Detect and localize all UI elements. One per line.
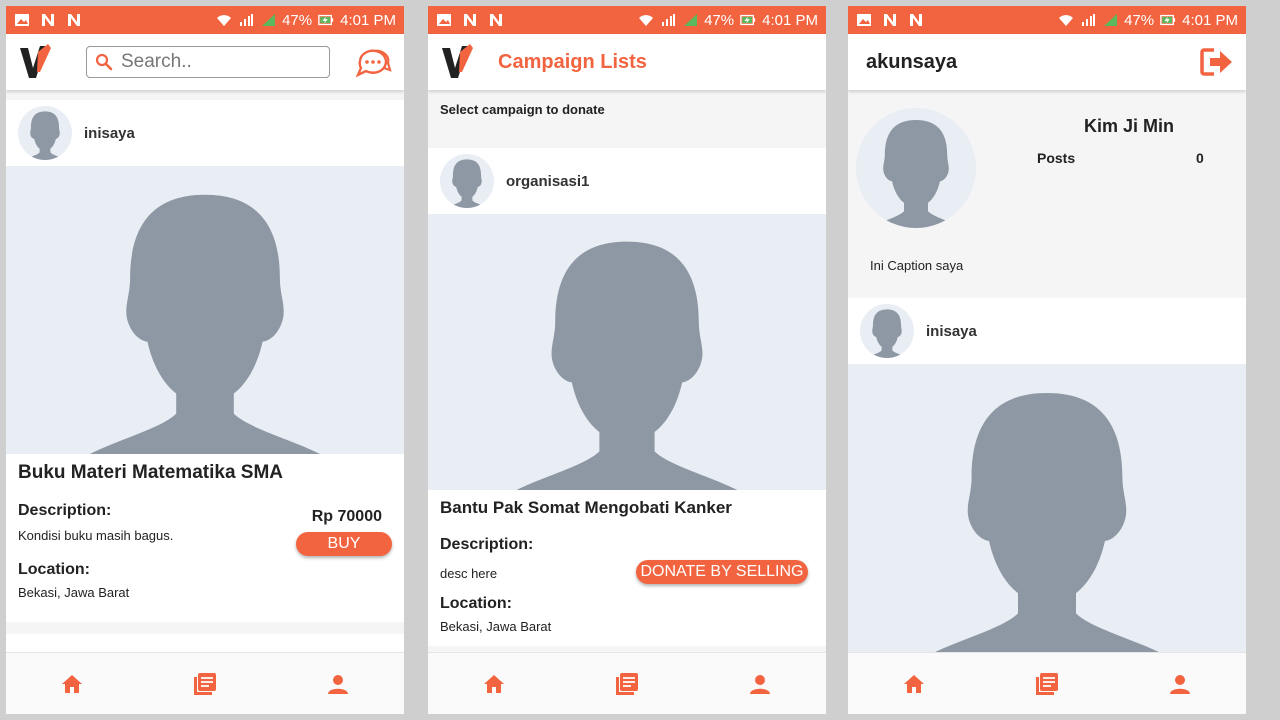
battery-percent: 47% — [704, 11, 735, 29]
n-notification-icon — [42, 14, 54, 26]
phone-screen-profile: 47% 4:01 PM akunsaya Kim Ji Min Posts 0 … — [848, 6, 1246, 714]
home-icon[interactable] — [482, 672, 506, 696]
location-label: Location: — [18, 561, 90, 578]
app-logo — [20, 44, 51, 78]
search-icon — [95, 53, 113, 71]
post-username[interactable]: inisaya — [926, 323, 977, 340]
phone-screen-home: 47% 4:01 PM inisaya Buku Materi Matemati… — [6, 6, 404, 714]
campaign-title: Bantu Pak Somat Mengobati Kanker — [440, 498, 732, 517]
battery-charging-icon — [1160, 14, 1176, 26]
signal-icon — [662, 14, 676, 26]
clock: 4:01 PM — [340, 11, 396, 29]
search-input[interactable] — [121, 51, 311, 73]
buy-button[interactable]: BUY — [296, 532, 392, 556]
list-icon[interactable] — [615, 672, 639, 696]
bottom-nav — [6, 652, 404, 714]
card-header: inisaya — [6, 100, 404, 166]
search-bar[interactable] — [86, 46, 330, 78]
post-username[interactable]: inisaya — [84, 125, 135, 142]
chat-icon[interactable] — [354, 43, 392, 81]
posts-label: Posts — [1037, 150, 1076, 166]
n-notification-icon — [68, 14, 80, 26]
status-bar: 47% 4:01 PM — [6, 6, 404, 34]
donate-by-selling-button[interactable]: DONATE BY SELLING — [636, 560, 808, 584]
clock: 4:01 PM — [1182, 11, 1238, 29]
wifi-icon — [217, 15, 232, 26]
campaign-username[interactable]: organisasi1 — [506, 173, 589, 190]
app-logo — [442, 44, 473, 78]
n-notification-icon — [464, 14, 476, 26]
price: Rp 70000 — [311, 508, 382, 525]
image-notification-icon — [15, 14, 29, 26]
profile-header: Kim Ji Min Posts 0 Ini Caption saya — [848, 90, 1246, 298]
profile-username: akunsaya — [866, 50, 958, 73]
status-bar: 47% 4:01 PM — [848, 6, 1246, 34]
profile-caption: Ini Caption saya — [870, 258, 964, 273]
next-card[interactable] — [6, 634, 404, 654]
placeholder-person-icon — [59, 166, 351, 454]
logout-icon[interactable] — [1200, 47, 1234, 77]
signal-icon — [1104, 14, 1118, 26]
product-title: Buku Materi Matematika SMA — [18, 462, 284, 483]
list-icon[interactable] — [1035, 672, 1059, 696]
n-notification-icon — [884, 14, 896, 26]
battery-charging-icon — [740, 14, 756, 26]
home-icon[interactable] — [60, 672, 84, 696]
campaign-image[interactable] — [428, 214, 826, 490]
list-icon[interactable] — [193, 672, 217, 696]
app-bar: akunsaya — [848, 34, 1246, 90]
campaign-card[interactable]: organisasi1 Bantu Pak Somat Mengobati Ka… — [428, 148, 826, 646]
bottom-nav — [848, 652, 1246, 714]
n-notification-icon — [910, 14, 922, 26]
card-header: organisasi1 — [428, 148, 826, 214]
page-subtitle: Select campaign to donate — [428, 90, 826, 140]
profile-icon[interactable] — [326, 672, 350, 696]
battery-percent: 47% — [1124, 11, 1155, 29]
phone-screen-campaigns: 47% 4:01 PM Campaign Lists Select campai… — [428, 6, 826, 714]
product-image[interactable] — [6, 166, 404, 454]
wifi-icon — [1059, 15, 1074, 26]
product-card[interactable]: inisaya Buku Materi Matematika SMA Descr… — [6, 100, 404, 622]
post-card[interactable]: inisaya — [848, 298, 1246, 654]
avatar[interactable] — [440, 154, 494, 208]
image-notification-icon — [857, 14, 871, 26]
bottom-nav — [428, 652, 826, 714]
signal-icon — [1082, 14, 1096, 26]
signal-icon — [240, 14, 254, 26]
status-bar: 47% 4:01 PM — [428, 6, 826, 34]
profile-icon[interactable] — [1168, 672, 1192, 696]
location-label: Location: — [440, 595, 512, 612]
card-header: inisaya — [848, 298, 1246, 364]
app-bar — [6, 34, 404, 90]
wifi-icon — [639, 15, 654, 26]
campaign-details: Bantu Pak Somat Mengobati Kanker Descrip… — [428, 490, 826, 646]
image-notification-icon — [437, 14, 451, 26]
battery-percent: 47% — [282, 11, 313, 29]
home-icon[interactable] — [902, 672, 926, 696]
signal-icon — [262, 14, 276, 26]
post-image[interactable] — [848, 364, 1246, 654]
profile-icon[interactable] — [748, 672, 772, 696]
avatar[interactable] — [18, 106, 72, 160]
product-details: Buku Materi Matematika SMA Description: … — [6, 454, 404, 622]
description-label: Description: — [440, 536, 534, 553]
location-text: Bekasi, Jawa Barat — [440, 619, 552, 634]
battery-charging-icon — [318, 14, 334, 26]
profile-avatar[interactable] — [856, 108, 976, 228]
page-title: Campaign Lists — [498, 50, 647, 73]
placeholder-person-icon — [901, 364, 1193, 654]
signal-icon — [684, 14, 698, 26]
profile-name: Kim Ji Min — [1084, 116, 1175, 136]
clock: 4:01 PM — [762, 11, 818, 29]
placeholder-person-icon — [486, 214, 768, 490]
n-notification-icon — [490, 14, 502, 26]
app-bar: Campaign Lists — [428, 34, 826, 90]
posts-count: 0 — [1196, 150, 1204, 166]
location-text: Bekasi, Jawa Barat — [18, 585, 130, 600]
avatar[interactable] — [860, 304, 914, 358]
